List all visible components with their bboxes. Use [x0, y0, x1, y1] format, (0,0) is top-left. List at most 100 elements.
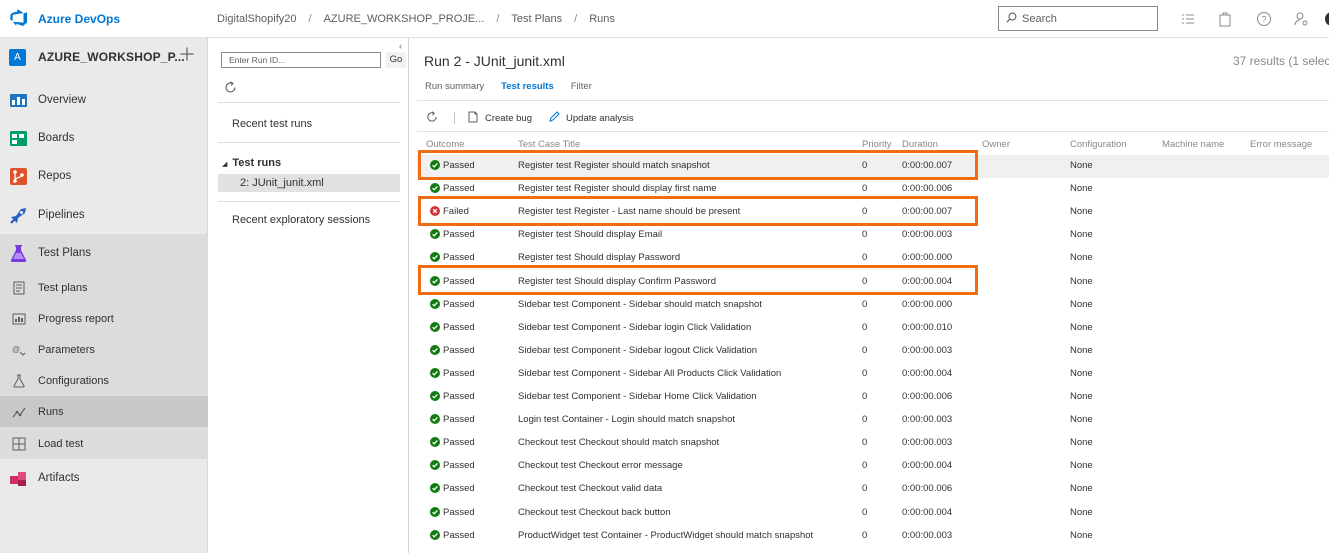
cell-priority: 0 [862, 160, 868, 171]
collapse-panel-icon[interactable]: ‹ [399, 41, 402, 51]
table-row[interactable]: Passed ProductWidget test Container - Pro… [417, 525, 1329, 548]
refresh-icon[interactable] [426, 110, 444, 126]
project-name: AZURE_WORKSHOP_P... [38, 50, 185, 64]
user-settings-icon[interactable] [1293, 11, 1309, 27]
breadcrumb-organization[interactable]: DigitalShopify20 [217, 13, 297, 25]
nav-item-pipelines[interactable]: Pipelines [0, 204, 208, 226]
configurations-icon [12, 374, 26, 388]
table-row[interactable]: Passed Sidebar test Component - Sidebar H… [417, 386, 1329, 409]
cell-title[interactable]: Register test Register should display fi… [518, 183, 717, 194]
cell-outcome: Passed [443, 229, 475, 240]
nav-sub-label: Test plans [38, 281, 88, 294]
tab-run-summary[interactable]: Run summary [425, 81, 484, 92]
nav-item-test-plans[interactable]: Test Plans [0, 242, 208, 264]
avatar[interactable] [1324, 11, 1329, 27]
breadcrumb-separator: / [496, 13, 500, 25]
recent-exploratory-sessions-link[interactable]: Recent exploratory sessions [232, 214, 370, 226]
cell-outcome: Passed [443, 322, 475, 333]
table-row[interactable]: Passed Sidebar test Component - Sidebar A… [417, 363, 1329, 386]
cell-title[interactable]: Register test Should display Password [518, 252, 680, 263]
nav-sub-load-test[interactable]: Load test [0, 428, 208, 459]
cell-title[interactable]: Sidebar test Component - Sidebar All Pro… [518, 368, 781, 379]
table-row[interactable]: Passed Login test Container - Login shoul… [417, 409, 1329, 432]
column-header-error-message[interactable]: Error message [1250, 139, 1312, 150]
column-header-title[interactable]: Test Case Title [518, 139, 580, 150]
cell-title[interactable]: Checkout test Checkout error message [518, 460, 683, 471]
table-row[interactable]: Passed Register test Register should matc… [417, 155, 1329, 178]
breadcrumb-runs[interactable]: Runs [589, 13, 615, 25]
column-header-machine-name[interactable]: Machine name [1162, 139, 1224, 150]
nav-item-repos[interactable]: Repos [0, 165, 208, 187]
column-header-outcome[interactable]: Outcome [426, 139, 465, 150]
test-runs-tree-header[interactable]: ◢ Test runs [222, 157, 281, 169]
passed-status-icon [430, 507, 440, 517]
search-box[interactable]: Search [998, 6, 1158, 31]
table-row[interactable]: Passed Sidebar test Component - Sidebar l… [417, 340, 1329, 363]
recent-test-runs-link[interactable]: Recent test runs [232, 118, 312, 130]
cell-outcome: Passed [443, 276, 475, 287]
marketplace-bag-icon[interactable] [1217, 11, 1233, 27]
cell-priority: 0 [862, 437, 868, 448]
cell-title[interactable]: Register test Register - Last name shoul… [518, 206, 740, 217]
nav-sub-runs[interactable]: Runs [0, 396, 208, 427]
cell-priority: 0 [862, 483, 868, 494]
cell-title[interactable]: Sidebar test Component - Sidebar login C… [518, 322, 751, 333]
task-list-icon[interactable] [1180, 11, 1196, 27]
project-selector[interactable]: A AZURE_WORKSHOP_P... [0, 38, 207, 76]
cell-duration: 0:00:00.003 [902, 345, 953, 356]
nav-item-boards[interactable]: Boards [0, 127, 208, 149]
table-row[interactable]: Passed Checkout test Checkout error messa… [417, 455, 1329, 478]
create-bug-button[interactable]: Create bug [467, 111, 532, 126]
cell-title[interactable]: ProductWidget test Container - ProductWi… [518, 530, 813, 541]
cell-outcome: Passed [443, 252, 475, 263]
test-run-tree-item[interactable]: 2: JUnit_junit.xml [218, 174, 400, 192]
table-row[interactable]: Passed Register test Register should disp… [417, 178, 1329, 201]
cell-title[interactable]: Checkout test Checkout back button [518, 507, 671, 518]
nav-sub-progress-report[interactable]: Progress report [0, 303, 208, 334]
breadcrumb-test-plans[interactable]: Test Plans [511, 13, 562, 25]
column-header-priority[interactable]: Priority [862, 139, 892, 150]
table-row[interactable]: Passed Register test Should display Confi… [417, 271, 1329, 294]
cell-title[interactable]: Register test Should display Confirm Pas… [518, 276, 716, 287]
cell-title[interactable]: Login test Container - Login should matc… [518, 414, 735, 425]
cell-duration: 0:00:00.003 [902, 414, 953, 425]
cell-title[interactable]: Checkout test Checkout should match snap… [518, 437, 719, 448]
nav-item-overview[interactable]: Overview [0, 89, 208, 111]
help-icon[interactable]: ? [1256, 11, 1272, 27]
add-icon[interactable] [180, 47, 194, 61]
cell-priority: 0 [862, 507, 868, 518]
cell-title[interactable]: Checkout test Checkout valid data [518, 483, 662, 494]
nav-sub-configurations[interactable]: Configurations [0, 365, 208, 396]
run-id-input[interactable]: Enter Run ID... [221, 52, 381, 68]
tab-test-results[interactable]: Test results [501, 81, 554, 92]
cell-title[interactable]: Sidebar test Component - Sidebar should … [518, 299, 762, 310]
update-analysis-button[interactable]: Update analysis [548, 110, 634, 126]
table-row[interactable]: Passed Sidebar test Component - Sidebar l… [417, 317, 1329, 340]
column-header-configuration[interactable]: Configuration [1070, 139, 1127, 150]
breadcrumb-project[interactable]: AZURE_WORKSHOP_PROJE... [324, 13, 485, 25]
column-header-duration[interactable]: Duration [902, 139, 938, 150]
cell-priority: 0 [862, 299, 868, 310]
table-row[interactable]: Passed Sidebar test Component - Sidebar s… [417, 294, 1329, 317]
cell-title[interactable]: Sidebar test Component - Sidebar Home Cl… [518, 391, 757, 402]
nav-sub-parameters[interactable]: @ Parameters [0, 334, 208, 365]
breadcrumb-separator: / [574, 13, 578, 25]
table-row[interactable]: Passed Register test Should display Email… [417, 224, 1329, 247]
go-button[interactable]: Go [386, 52, 406, 68]
table-row[interactable]: Passed Checkout test Checkout valid data 0… [417, 478, 1329, 501]
refresh-icon[interactable] [224, 81, 237, 94]
nav-item-artifacts[interactable]: Artifacts [0, 467, 208, 489]
table-row[interactable]: Failed Register test Register - Last name… [417, 201, 1329, 224]
cell-configuration: None [1070, 206, 1093, 217]
table-row[interactable]: Passed Checkout test Checkout should matc… [417, 432, 1329, 455]
cell-title[interactable]: Register test Register should match snap… [518, 160, 710, 171]
table-row[interactable]: Passed Checkout test Checkout back button… [417, 502, 1329, 525]
nav-sub-test-plans[interactable]: Test plans [0, 272, 208, 303]
table-row[interactable]: Passed Register test Should display Passw… [417, 247, 1329, 270]
column-header-owner[interactable]: Owner [982, 139, 1010, 150]
tab-filter[interactable]: Filter [571, 81, 592, 92]
cell-title[interactable]: Sidebar test Component - Sidebar logout … [518, 345, 757, 356]
cell-title[interactable]: Register test Should display Email [518, 229, 662, 240]
brand[interactable]: Azure DevOps [0, 0, 208, 38]
divider [218, 102, 400, 103]
